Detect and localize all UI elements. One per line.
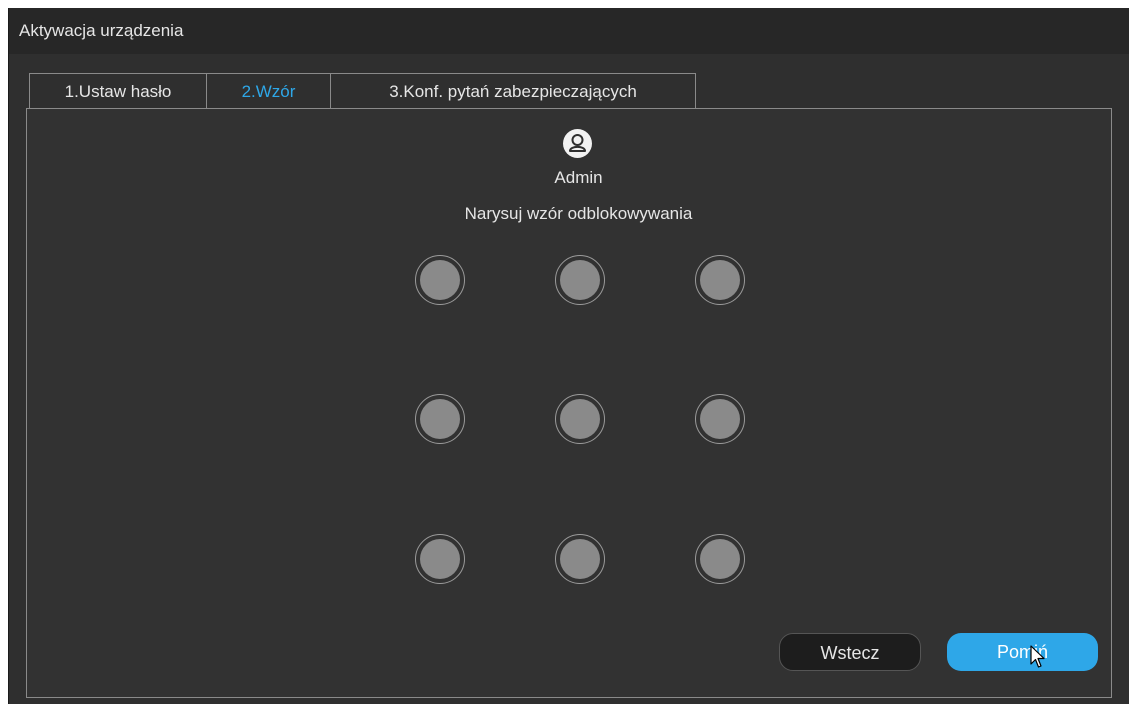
username-label: Admin <box>554 168 603 187</box>
back-button[interactable]: Wstecz <box>779 633 921 671</box>
pattern-dot[interactable] <box>695 255 745 305</box>
tab-pattern[interactable]: 2.Wzór <box>206 73 331 110</box>
window-title: Aktywacja urządzenia <box>19 21 184 40</box>
pattern-dot[interactable] <box>555 534 605 584</box>
tab-set-password[interactable]: 1.Ustaw hasło <box>29 73 207 109</box>
pattern-dot[interactable] <box>695 394 745 444</box>
tab-security-questions[interactable]: 3.Konf. pytań zabezpieczających <box>330 73 696 109</box>
mouse-cursor-icon <box>1030 645 1046 674</box>
pattern-dot[interactable] <box>555 255 605 305</box>
pattern-dot[interactable] <box>415 394 465 444</box>
pattern-instruction: Narysuj wzór odblokowywania <box>464 204 693 223</box>
title-bar: Aktywacja urządzenia <box>9 8 1129 54</box>
activation-window: Aktywacja urządzenia 1.Ustaw hasło 2.Wzó… <box>8 8 1129 704</box>
pattern-dot[interactable] <box>555 394 605 444</box>
pattern-dot[interactable] <box>415 534 465 584</box>
pattern-dot[interactable] <box>415 255 465 305</box>
pattern-dot[interactable] <box>695 534 745 584</box>
user-avatar-icon <box>563 129 592 158</box>
skip-button[interactable]: Pomiń <box>947 633 1098 671</box>
